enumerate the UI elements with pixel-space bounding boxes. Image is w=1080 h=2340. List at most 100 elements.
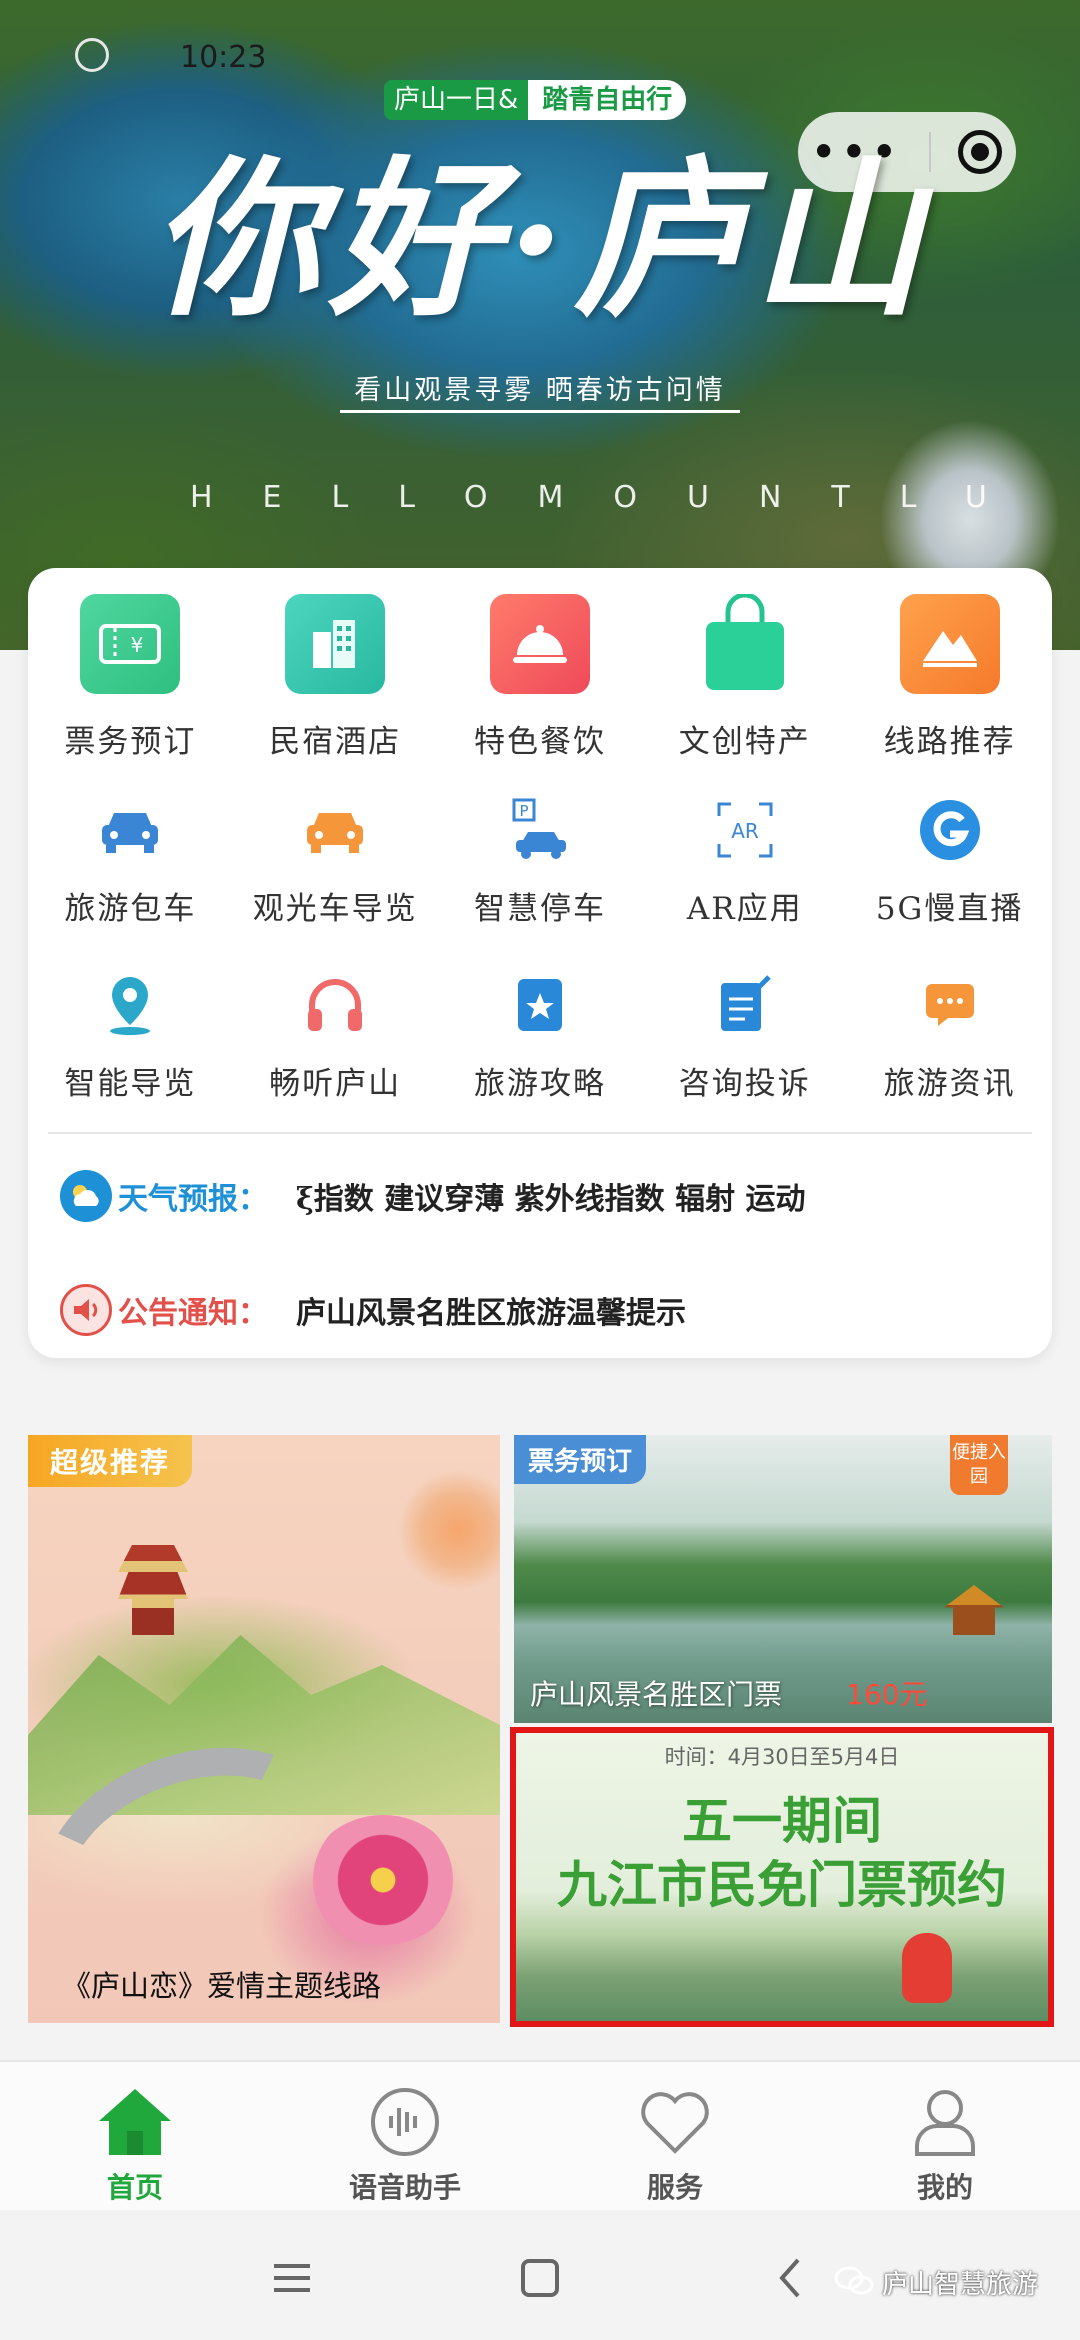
weather-text: ξ指数 建议穿薄 紫外线指数 辐射 运动 — [296, 1182, 806, 1217]
promo-date: 时间：4月30日至5月4日 — [664, 1745, 900, 1769]
menu-item-strategy[interactable]: 旅游攻略 — [438, 954, 643, 1129]
menu-item-news[interactable]: 旅游资讯 — [847, 954, 1052, 1129]
hero-tags: 庐山一日& 踏青自由行 — [384, 80, 687, 120]
service-row-1: ¥ 票务预订 民宿酒店 特色餐饮 文创特产 线路推荐 — [28, 594, 1052, 779]
svg-text:P: P — [519, 802, 528, 820]
promo-title-line1: 五一期间 — [682, 1791, 882, 1850]
menu-label: 5G慢直播 — [875, 891, 1024, 927]
service-row-2: 旅游包车 观光车导览 P 智慧停车 AR AR应用 5G慢直播 — [28, 779, 1052, 954]
promo-ticket[interactable]: 票务预订 便捷入园 庐山风景名胜区门票 160元 — [514, 1435, 1052, 1723]
menu-label: 观光车导览 — [252, 891, 418, 927]
menu-item-audio[interactable]: 畅听庐山 — [233, 954, 438, 1129]
menu-label: AR应用 — [686, 891, 803, 927]
5g-icon — [915, 795, 985, 865]
hotel-building-icon — [285, 594, 386, 694]
feedback-note-icon — [710, 970, 780, 1040]
ticket-icon: ¥ — [80, 594, 181, 694]
status-indicator-icon — [75, 38, 109, 72]
location-pin-icon — [95, 970, 165, 1040]
menu-label: 旅游资讯 — [883, 1066, 1016, 1102]
menu-label: 特色餐饮 — [473, 724, 606, 760]
message-icon — [915, 970, 985, 1040]
tab-label: 我的 — [916, 2171, 973, 2204]
hero-tag-right: 踏青自由行 — [528, 80, 687, 120]
notice-ticker[interactable]: 公告通知： 庐山风景名胜区旅游温馨提示 — [60, 1280, 1020, 1340]
tab-label: 语音助手 — [348, 2171, 461, 2204]
back-arrow-icon[interactable] — [760, 2248, 820, 2308]
headphones-icon — [300, 970, 370, 1040]
parking-icon: P — [505, 795, 575, 865]
menu-item-complaint[interactable]: 咨询投诉 — [642, 954, 847, 1129]
menu-label: 智能导览 — [64, 1066, 197, 1102]
tab-service[interactable]: 服务 — [540, 2062, 810, 2210]
service-row-3: 智能导览 畅听庐山 旅游攻略 咨询投诉 旅游资讯 — [28, 954, 1052, 1129]
tab-label: 首页 — [106, 2171, 163, 2204]
menu-item-ar[interactable]: AR AR应用 — [642, 779, 847, 954]
hero-tag-left: 庐山一日& — [384, 80, 529, 120]
home-square-icon[interactable] — [510, 2248, 570, 2308]
weather-label: 天气预报： — [118, 1182, 268, 1217]
menu-item-5g-live[interactable]: 5G慢直播 — [847, 779, 1052, 954]
mountain-route-icon — [899, 594, 1000, 694]
speaker-icon — [60, 1284, 112, 1336]
promo-may-day-booking[interactable]: 时间：4月30日至5月4日 五一期间 九江市民免门票预约 — [510, 1727, 1054, 2027]
weather-ticker[interactable]: 天气预报： ξ指数 建议穿薄 紫外线指数 辐射 运动 — [60, 1166, 1020, 1226]
menu-label: 旅游包车 — [64, 891, 197, 927]
menu-item-tour-car[interactable]: 观光车导览 — [233, 779, 438, 954]
tab-label: 服务 — [646, 2171, 703, 2204]
menu-item-parking[interactable]: P 智慧停车 — [438, 779, 643, 954]
status-time: 10:23 — [180, 40, 267, 75]
ticket-booking-tag: 票务预订 — [514, 1435, 647, 1484]
ticket-price: 160元 — [846, 1678, 928, 1711]
hero-english-title: HELLOMOUNTLU — [190, 480, 1037, 515]
voice-assistant-icon — [365, 2082, 445, 2162]
svg-text:¥: ¥ — [131, 633, 144, 657]
menu-item-shop[interactable]: 文创特产 — [642, 594, 847, 779]
tour-car-icon — [300, 795, 370, 865]
heart-service-icon — [635, 2082, 715, 2162]
user-profile-icon — [905, 2082, 985, 2162]
menu-label: 民宿酒店 — [269, 724, 402, 760]
service-menu-card: ¥ 票务预订 民宿酒店 特色餐饮 文创特产 线路推荐 旅游包车 观光车导览 P … — [28, 568, 1052, 1358]
menu-item-hotel[interactable]: 民宿酒店 — [233, 594, 438, 779]
ticket-name: 庐山风景名胜区门票 — [530, 1678, 783, 1711]
menu-item-ticket[interactable]: ¥ 票务预订 — [28, 594, 233, 779]
tab-voice-assistant[interactable]: 语音助手 — [270, 2062, 540, 2210]
recent-apps-icon[interactable] — [262, 2248, 322, 2308]
menu-item-dining[interactable]: 特色餐饮 — [438, 594, 643, 779]
menu-item-smart-guide[interactable]: 智能导览 — [28, 954, 233, 1129]
promo-title-line2: 九江市民免门票预约 — [557, 1855, 1007, 1914]
bottom-tab-bar: 首页 语音助手 服务 我的 — [0, 2060, 1080, 2210]
home-icon — [95, 2082, 175, 2162]
shopping-bag-icon — [695, 594, 795, 694]
hero-banner[interactable]: 10:23 庐山一日& 踏青自由行 ••• 你好·庐山 看山观景寻雾 晒春访古问… — [0, 0, 1080, 650]
notice-text: 庐山风景名胜区旅游温馨提示 — [296, 1296, 686, 1331]
menu-label: 线路推荐 — [883, 724, 1016, 760]
quick-entry-badge: 便捷入园 — [950, 1435, 1008, 1495]
hero-subtitle: 看山观景寻雾 晒春访古问情 — [354, 375, 726, 406]
hero-divider — [340, 410, 740, 413]
dining-bell-icon — [489, 594, 590, 694]
promo-flower-illustration — [308, 1815, 458, 1945]
watermark: 庐山智慧旅游 — [834, 2264, 1038, 2301]
menu-item-charter-car[interactable]: 旅游包车 — [28, 779, 233, 954]
car-icon — [95, 795, 165, 865]
promo-love-route[interactable]: 超级推荐 《庐山恋》爱情主题线路 — [28, 1435, 500, 2023]
tab-mine[interactable]: 我的 — [810, 2062, 1080, 2210]
tab-home[interactable]: 首页 — [0, 2062, 270, 2210]
weather-cloud-icon — [60, 1170, 112, 1222]
super-recommend-tag: 超级推荐 — [28, 1435, 193, 1487]
menu-label: 智慧停车 — [473, 891, 606, 927]
promo-love-caption: 《庐山恋》爱情主题线路 — [62, 1969, 382, 2003]
menu-label: 票务预订 — [64, 724, 197, 760]
hero-title: 你好·庐山 — [150, 140, 930, 340]
menu-divider — [48, 1132, 1032, 1134]
svg-text:AR: AR — [731, 819, 759, 843]
wechat-icon — [834, 2265, 874, 2301]
menu-item-route[interactable]: 线路推荐 — [847, 594, 1052, 779]
watermark-text: 庐山智慧旅游 — [882, 2270, 1039, 2300]
menu-label: 咨询投诉 — [678, 1066, 811, 1102]
service-grid: ¥ 票务预订 民宿酒店 特色餐饮 文创特产 线路推荐 旅游包车 观光车导览 P … — [28, 594, 1052, 1129]
promo-pagoda-illustration — [118, 1545, 188, 1635]
menu-label: 畅听庐山 — [269, 1066, 402, 1102]
